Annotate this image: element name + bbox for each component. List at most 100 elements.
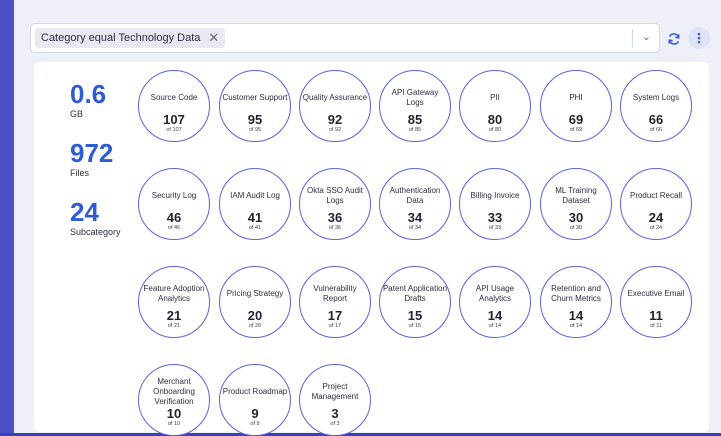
close-icon[interactable]: ✕ bbox=[208, 30, 219, 46]
category-total: of 24 bbox=[649, 225, 663, 231]
category-total: of 17 bbox=[328, 323, 342, 329]
category-circle-feature-adoption-analytics[interactable]: Feature Adoption Analytics 21 of 21 bbox=[138, 266, 210, 338]
category-name: Billing Invoice bbox=[470, 191, 520, 200]
category-circle-product-roadmap[interactable]: Product Roadmap 9 of 9 bbox=[219, 364, 291, 436]
category-total: of 20 bbox=[248, 323, 262, 329]
category-total: of 36 bbox=[328, 225, 342, 231]
category-count: 33 bbox=[487, 210, 503, 225]
background-edge bbox=[0, 0, 14, 433]
filter-bar[interactable]: Category equal Technology Data ✕ ⌄ bbox=[30, 23, 660, 53]
filter-chip[interactable]: Category equal Technology Data ✕ bbox=[35, 28, 226, 48]
category-total: of 3 bbox=[330, 421, 340, 427]
category-total: of 30 bbox=[569, 225, 583, 231]
category-count: 3 bbox=[331, 406, 339, 421]
category-count: 9 bbox=[251, 406, 259, 421]
category-count: 85 bbox=[407, 112, 423, 127]
category-circle-source-code[interactable]: Source Code 107 of 107 bbox=[138, 70, 210, 142]
category-circle-security-log[interactable]: Security Log 46 of 46 bbox=[138, 168, 210, 240]
category-circle-project-management[interactable]: Project Management 3 of 3 bbox=[299, 364, 371, 436]
more-options-button[interactable] bbox=[688, 27, 710, 49]
category-total: of 80 bbox=[488, 127, 502, 133]
category-total: of 14 bbox=[569, 323, 583, 329]
category-total: of 92 bbox=[328, 127, 342, 133]
category-total: of 85 bbox=[408, 127, 422, 133]
category-total: of 41 bbox=[248, 225, 262, 231]
category-circle-billing-invoice[interactable]: Billing Invoice 33 of 33 bbox=[459, 168, 531, 240]
category-name: ML Training Dataset bbox=[555, 186, 597, 205]
category-count: 36 bbox=[327, 210, 343, 225]
category-circle-merchant-onboarding-verification[interactable]: Merchant Onboarding Verification 10 of 10 bbox=[138, 364, 210, 436]
category-name: Security Log bbox=[151, 191, 197, 200]
stat-subcategory: 24 Subcategory bbox=[70, 198, 121, 237]
category-total: of 34 bbox=[408, 225, 422, 231]
category-circle-ml-training-dataset[interactable]: ML Training Dataset 30 of 30 bbox=[540, 168, 612, 240]
category-name: Pricing Strategy bbox=[226, 289, 284, 298]
filter-chip-label: Category equal Technology Data bbox=[41, 32, 201, 44]
category-circle-api-usage-analytics[interactable]: API Usage Analytics 14 of 14 bbox=[459, 266, 531, 338]
category-name: Okta SSO Audit Logs bbox=[306, 186, 364, 205]
category-name: Product Roadmap bbox=[222, 387, 288, 396]
category-count: 14 bbox=[487, 308, 503, 323]
category-circle-system-logs[interactable]: System Logs 66 of 66 bbox=[620, 70, 692, 142]
category-count: 66 bbox=[648, 112, 664, 127]
category-total: of 11 bbox=[650, 323, 662, 329]
category-circle-vulnerability-report[interactable]: Vulnerability Report 17 of 17 bbox=[299, 266, 371, 338]
category-total: of 33 bbox=[488, 225, 502, 231]
stat-value: 972 bbox=[70, 138, 114, 168]
category-name: Feature Adoption Analytics bbox=[143, 284, 205, 303]
category-count: 92 bbox=[327, 112, 343, 127]
stat-label: Subcategory bbox=[70, 227, 121, 237]
category-total: of 10 bbox=[167, 421, 181, 427]
stat-files: 972 Files bbox=[70, 139, 113, 178]
stat-label: Files bbox=[70, 168, 90, 178]
category-count: 10 bbox=[166, 406, 182, 421]
category-circle-executive-email[interactable]: Executive Email 11 of 11 bbox=[620, 266, 692, 338]
category-circle-phi[interactable]: PHI 69 of 69 bbox=[540, 70, 612, 142]
category-name: System Logs bbox=[632, 93, 680, 102]
category-name: Source Code bbox=[150, 93, 198, 102]
category-name: Quality Assurance bbox=[302, 93, 368, 102]
more-vertical-icon bbox=[697, 32, 701, 44]
category-total: of 46 bbox=[167, 225, 181, 231]
category-circle-pricing-strategy[interactable]: Pricing Strategy 20 of 20 bbox=[219, 266, 291, 338]
category-circle-retention-and-churn-metrics[interactable]: Retention and Churn Metrics 14 of 14 bbox=[540, 266, 612, 338]
category-name: Vulnerability Report bbox=[313, 284, 357, 303]
category-circle-customer-support[interactable]: Customer Support 95 of 95 bbox=[219, 70, 291, 142]
stat-value: 24 bbox=[70, 197, 99, 227]
category-circle-okta-sso-audit-logs[interactable]: Okta SSO Audit Logs 36 of 36 bbox=[299, 168, 371, 240]
category-count: 21 bbox=[166, 308, 182, 323]
category-total: of 14 bbox=[488, 323, 502, 329]
category-circle-patent-application-drafts[interactable]: Patent Application Drafts 15 of 15 bbox=[379, 266, 451, 338]
category-circle-quality-assurance[interactable]: Quality Assurance 92 of 92 bbox=[299, 70, 371, 142]
stat-label: GB bbox=[70, 109, 84, 119]
category-total: of 9 bbox=[250, 421, 260, 427]
summary-panel: 0.6 GB 972 Files 24 Subcategory Source C… bbox=[34, 62, 709, 436]
stat-size: 0.6 GB bbox=[70, 80, 106, 119]
category-count: 24 bbox=[648, 210, 664, 225]
category-count: 14 bbox=[568, 308, 584, 323]
app-frame: Category equal Technology Data ✕ ⌄ 0.6 G… bbox=[14, 0, 721, 436]
category-count: 30 bbox=[568, 210, 584, 225]
category-count: 41 bbox=[247, 210, 263, 225]
category-count: 107 bbox=[163, 112, 185, 127]
category-name: PII bbox=[490, 93, 500, 102]
category-name: Patent Application Drafts bbox=[382, 284, 448, 303]
category-name: Product Recall bbox=[629, 191, 683, 200]
category-total: of 95 bbox=[248, 127, 262, 133]
category-circle-iam-audit-log[interactable]: IAM Audit Log 41 of 41 bbox=[219, 168, 291, 240]
category-circle-pii[interactable]: PII 80 of 80 bbox=[459, 70, 531, 142]
stat-value: 0.6 bbox=[70, 79, 107, 109]
chevron-down-icon[interactable]: ⌄ bbox=[642, 30, 651, 43]
category-count: 15 bbox=[407, 308, 423, 323]
category-circle-authentication-data[interactable]: Authentication Data 34 of 34 bbox=[379, 168, 451, 240]
refresh-button[interactable] bbox=[663, 28, 685, 50]
category-name: IAM Audit Log bbox=[230, 191, 280, 200]
category-total: of 21 bbox=[167, 323, 181, 329]
category-name: Project Management bbox=[311, 382, 359, 401]
category-count: 95 bbox=[247, 112, 263, 127]
category-circle-api-gateway-logs[interactable]: API Gateway Logs 85 of 85 bbox=[379, 70, 451, 142]
category-name: Authentication Data bbox=[389, 186, 441, 205]
category-total: of 66 bbox=[649, 127, 663, 133]
category-total: of 15 bbox=[408, 323, 422, 329]
category-circle-product-recall[interactable]: Product Recall 24 of 24 bbox=[620, 168, 692, 240]
